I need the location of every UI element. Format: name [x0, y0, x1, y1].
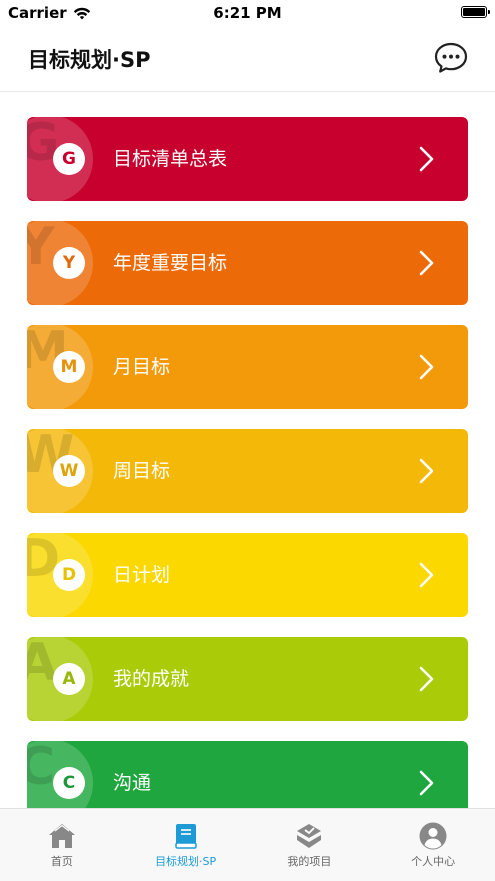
tab-home-label: 首页 [50, 855, 73, 868]
tab-my-projects[interactable]: 我的项目 [248, 809, 372, 881]
chevron-right-icon [419, 562, 434, 588]
tab-home[interactable]: 首页 [0, 809, 124, 881]
chevron-right-icon [419, 770, 434, 796]
card-letter-badge: C [53, 767, 85, 799]
card-label: 目标清单总表 [113, 148, 228, 170]
tab-bar: 首页 目标规划·SP 我的项目 个人中心 [0, 808, 495, 881]
card-watermark-letter: A [27, 637, 58, 693]
home-icon [48, 824, 75, 848]
project-icon [297, 824, 322, 848]
goal-card-m[interactable]: M M 月目标 [27, 325, 468, 409]
tab-goal-planning-label: 目标规划·SP [155, 855, 217, 868]
card-watermark-letter: Y [27, 221, 55, 277]
card-label: 周目标 [113, 460, 171, 482]
status-bar: Carrier 6:21 PM [0, 0, 495, 28]
chevron-right-icon [419, 458, 434, 484]
goal-card-a[interactable]: A A 我的成就 [27, 637, 468, 721]
book-icon [174, 824, 197, 849]
chevron-right-icon [419, 354, 434, 380]
card-letter-badge: Y [53, 247, 85, 279]
goal-card-d[interactable]: D D 日计划 [27, 533, 468, 617]
page-title: 目标规划·SP [28, 48, 151, 72]
tab-profile[interactable]: 个人中心 [371, 809, 495, 881]
user-icon [419, 822, 447, 850]
chevron-right-icon [419, 666, 434, 692]
battery-fill [463, 8, 485, 16]
battery-icon [461, 6, 490, 18]
tab-goal-planning[interactable]: 目标规划·SP [124, 809, 248, 881]
card-letter-badge: G [53, 143, 85, 175]
card-letter-badge: W [53, 455, 85, 487]
goal-card-g[interactable]: G G 目标清单总表 [27, 117, 468, 201]
chevron-right-icon [419, 250, 434, 276]
card-watermark-letter: C [27, 741, 56, 797]
card-label: 我的成就 [113, 668, 190, 690]
goal-menu: G G 目标清单总表 Y Y 年度重要目标 M M 月目标 W W 周目标 D D 日计划 A A 我的成就 C C 沟… [27, 117, 468, 845]
tab-my-projects-label: 我的项目 [287, 855, 332, 868]
card-letter-badge: M [53, 351, 85, 383]
goal-card-y[interactable]: Y Y 年度重要目标 [27, 221, 468, 305]
card-label: 月目标 [113, 356, 171, 378]
card-letter-badge: D [53, 559, 85, 591]
clock: 6:21 PM [213, 4, 282, 22]
chevron-right-icon [419, 146, 434, 172]
nav-bar: 目标规划·SP [0, 28, 495, 92]
tab-profile-label: 个人中心 [411, 855, 456, 868]
goal-card-w[interactable]: W W 周目标 [27, 429, 468, 513]
card-label: 年度重要目标 [113, 252, 228, 274]
card-letter-badge: A [53, 663, 85, 695]
chat-bubble-icon[interactable] [433, 40, 469, 76]
card-label: 日计划 [113, 564, 171, 586]
